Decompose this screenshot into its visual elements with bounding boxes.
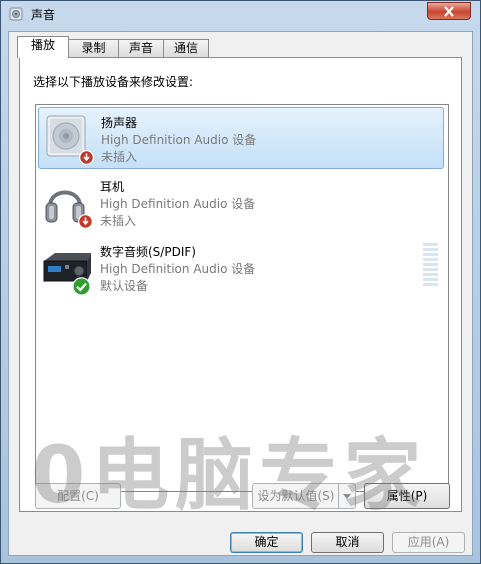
instruction-text: 选择以下播放设备来修改设置: <box>33 75 194 89</box>
device-name: 耳机 <box>100 180 125 194</box>
set-default-button[interactable]: 设为默认值(S) <box>252 483 356 509</box>
device-name: 扬声器 <box>101 116 138 130</box>
device-status: 未插入 <box>101 150 138 164</box>
title-bar[interactable]: 声音 <box>1 1 480 27</box>
tab-sounds[interactable]: 声音 <box>118 39 164 57</box>
list-item-speaker[interactable]: 扬声器 High Definition Audio 设备 未插入 <box>38 107 444 169</box>
tab-communications[interactable]: 通信 <box>163 39 209 57</box>
ok-button[interactable]: 确定 <box>230 532 303 553</box>
playback-panel: 选择以下播放设备来修改设置: 扬声器 High Definition Audio… <box>19 57 462 512</box>
tab-playback[interactable]: 播放 <box>17 36 69 58</box>
close-icon <box>444 6 454 17</box>
unplugged-badge-icon <box>78 214 93 229</box>
device-status: 默认设备 <box>100 279 149 293</box>
audio-level-meter <box>423 243 438 287</box>
dialog-client-area: 播放 录制 声音 通信 选择以下播放设备来修改设置: 扬声器 High Defi… <box>8 31 473 556</box>
device-description: High Definition Audio 设备 <box>100 262 256 276</box>
device-description: High Definition Audio 设备 <box>100 197 256 211</box>
default-device-check-icon <box>72 277 91 296</box>
device-status: 未插入 <box>100 214 137 228</box>
list-item-headphones[interactable]: 耳机 High Definition Audio 设备 未插入 <box>38 172 444 234</box>
cancel-button[interactable]: 取消 <box>311 532 384 553</box>
properties-button[interactable]: 属性(P) <box>364 483 450 509</box>
set-default-dropdown[interactable] <box>338 484 355 508</box>
device-description: High Definition Audio 设备 <box>101 133 257 147</box>
apply-button[interactable]: 应用(A) <box>392 532 465 553</box>
sound-dialog-window: 声音 播放 录制 声音 通信 选择以下播放设备来修改设置: 扬声器 High D… <box>0 0 481 564</box>
tab-recording[interactable]: 录制 <box>68 39 119 57</box>
configure-button[interactable]: 配置(C) <box>35 483 121 509</box>
set-default-label: 设为默认值(S) <box>257 489 335 503</box>
chevron-down-icon <box>343 494 351 499</box>
unplugged-badge-icon <box>79 150 94 165</box>
device-list[interactable]: 扬声器 High Definition Audio 设备 未插入 耳机 High… <box>35 104 449 492</box>
window-title: 声音 <box>31 8 56 22</box>
list-item-digital-audio[interactable]: 数字音频(S/PDIF) High Definition Audio 设备 默认… <box>38 237 444 299</box>
speaker-app-icon <box>9 7 23 21</box>
device-name: 数字音频(S/PDIF) <box>100 245 196 259</box>
close-button[interactable] <box>427 2 471 20</box>
